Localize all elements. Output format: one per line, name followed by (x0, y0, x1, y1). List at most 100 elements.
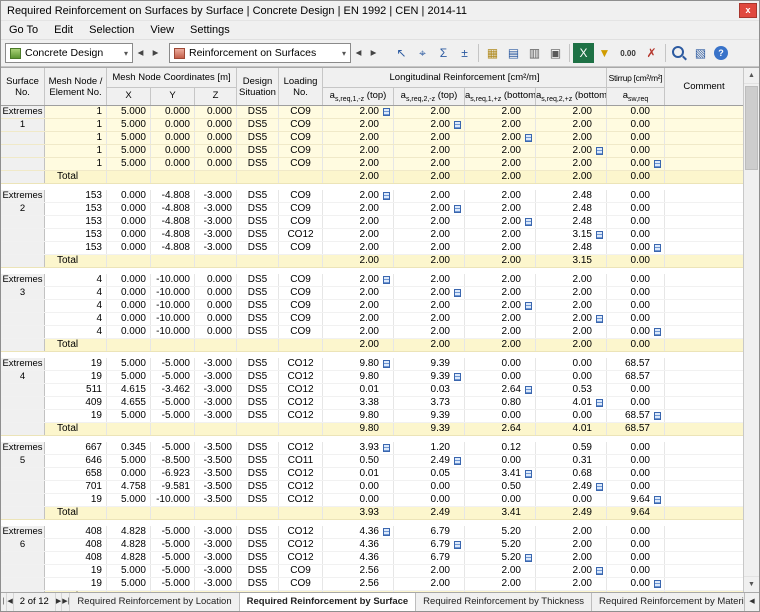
comment-cell[interactable] (665, 526, 743, 538)
result-details-icon[interactable] (525, 302, 532, 310)
coord-y-cell[interactable]: -4.808 (151, 203, 195, 215)
value-cell[interactable]: 0.00 (607, 313, 665, 325)
result-details-icon[interactable] (525, 218, 532, 226)
coord-y-cell[interactable]: 0.000 (151, 132, 195, 144)
loading-cell[interactable]: CO12 (279, 229, 323, 241)
coord-z-cell[interactable]: -3.000 (195, 371, 237, 383)
tab-required-reinforcement-by-location[interactable]: Required Reinforcement by Location (70, 593, 239, 611)
value-cell[interactable]: 2.00 (323, 203, 394, 215)
value-cell[interactable]: 2.56 (323, 578, 394, 590)
value-cell[interactable]: 2.00 (465, 229, 536, 241)
coord-x-cell[interactable]: 5.000 (107, 494, 151, 506)
result-details-icon[interactable] (654, 160, 661, 168)
coord-y-cell[interactable]: -10.000 (151, 326, 195, 338)
value-cell[interactable]: 2.00 (323, 274, 394, 286)
comment-cell[interactable] (665, 300, 743, 312)
design-situation-cell[interactable]: DS5 (237, 494, 279, 506)
value-cell[interactable]: 2.00 (323, 145, 394, 157)
loading-cell[interactable]: CO9 (279, 565, 323, 577)
value-cell[interactable]: 1.20 (394, 442, 465, 454)
result-details-icon[interactable] (596, 567, 603, 575)
coord-y-cell[interactable]: -10.000 (151, 287, 195, 299)
value-cell[interactable]: 2.00 (323, 242, 394, 254)
result-details-icon[interactable] (454, 121, 461, 129)
result-details-icon[interactable] (383, 444, 390, 452)
coord-x-cell[interactable]: 0.000 (107, 287, 151, 299)
comment-cell[interactable] (665, 442, 743, 454)
result-details-icon[interactable] (383, 360, 390, 368)
coord-z-cell[interactable]: -3.000 (195, 229, 237, 241)
value-cell[interactable]: 2.00 (465, 313, 536, 325)
surface-cell[interactable] (1, 132, 45, 144)
node-cell[interactable]: 658 (45, 468, 107, 480)
result-details-icon[interactable] (383, 528, 390, 536)
value-cell[interactable]: 2.00 (323, 326, 394, 338)
result-details-icon[interactable] (525, 554, 532, 562)
value-cell[interactable]: 0.00 (465, 358, 536, 370)
tab-required-reinforcement-by-thickness[interactable]: Required Reinforcement by Thickness (416, 593, 592, 611)
coord-y-cell[interactable]: -8.500 (151, 455, 195, 467)
value-cell[interactable]: 4.36 (323, 552, 394, 564)
surface-cell[interactable]: Extremes (1, 190, 45, 202)
design-situation-cell[interactable]: DS5 (237, 242, 279, 254)
coord-z-cell[interactable]: -3.000 (195, 526, 237, 538)
node-cell[interactable]: 408 (45, 552, 107, 564)
coord-z-cell[interactable]: -3.500 (195, 468, 237, 480)
value-cell[interactable]: 0.00 (607, 203, 665, 215)
surface-cell[interactable] (1, 158, 45, 170)
filter-icon[interactable]: ▼ (594, 43, 615, 63)
coord-x-cell[interactable]: 5.000 (107, 106, 151, 118)
menu-edit[interactable]: Edit (46, 21, 81, 40)
design-situation-cell[interactable]: DS5 (237, 287, 279, 299)
select-cursor-icon[interactable]: ↖ (391, 43, 412, 63)
coord-y-cell[interactable]: -5.000 (151, 358, 195, 370)
result-details-icon[interactable] (596, 147, 603, 155)
coord-z-cell[interactable]: -3.000 (195, 358, 237, 370)
value-cell[interactable]: 9.80 (323, 371, 394, 383)
loading-cell[interactable]: CO9 (279, 274, 323, 286)
coord-y-cell[interactable]: -5.000 (151, 397, 195, 409)
value-cell[interactable]: 0.00 (607, 216, 665, 228)
result-details-icon[interactable] (654, 496, 661, 504)
coord-x-cell[interactable]: 5.000 (107, 565, 151, 577)
surface-cell[interactable] (1, 242, 45, 254)
value-cell[interactable]: 0.00 (607, 468, 665, 480)
design-situation-cell[interactable]: DS5 (237, 539, 279, 551)
coord-z-cell[interactable]: 0.000 (195, 300, 237, 312)
value-cell[interactable]: 0.00 (536, 371, 607, 383)
result-details-icon[interactable] (383, 276, 390, 284)
value-cell[interactable]: 0.00 (607, 145, 665, 157)
coord-x-cell[interactable]: 5.000 (107, 455, 151, 467)
node-cell[interactable]: 19 (45, 358, 107, 370)
coord-z-cell[interactable]: -3.000 (195, 242, 237, 254)
comment-cell[interactable] (665, 552, 743, 564)
surface-cell[interactable] (1, 565, 45, 577)
value-cell[interactable]: 2.00 (394, 106, 465, 118)
coord-z-cell[interactable]: -3.000 (195, 565, 237, 577)
value-cell[interactable]: 2.00 (394, 242, 465, 254)
value-cell[interactable]: 0.00 (607, 326, 665, 338)
result-details-icon[interactable] (454, 205, 461, 213)
design-situation-cell[interactable]: DS5 (237, 565, 279, 577)
result-diagram-icon[interactable]: ▦ (482, 43, 503, 63)
value-cell[interactable]: 9.39 (394, 410, 465, 422)
result-table-selector[interactable]: Reinforcement on Surfaces ▾ (169, 43, 351, 63)
comment-cell[interactable] (665, 274, 743, 286)
comment-cell[interactable] (665, 455, 743, 467)
coord-y-cell[interactable]: -10.000 (151, 313, 195, 325)
value-cell[interactable]: 0.00 (607, 442, 665, 454)
comment-cell[interactable] (665, 410, 743, 422)
design-situation-cell[interactable]: DS5 (237, 229, 279, 241)
tab-required-reinforcement-by-material[interactable]: Required Reinforcement by Material (592, 593, 759, 611)
design-situation-cell[interactable]: DS5 (237, 216, 279, 228)
coord-x-cell[interactable]: 0.345 (107, 442, 151, 454)
value-cell[interactable]: 2.00 (323, 158, 394, 170)
design-situation-cell[interactable]: DS5 (237, 468, 279, 480)
excel-export-icon[interactable]: X (573, 43, 594, 63)
table-settings-icon[interactable]: ▧ (690, 43, 711, 63)
design-situation-cell[interactable]: DS5 (237, 190, 279, 202)
value-cell[interactable]: 2.00 (465, 106, 536, 118)
value-cell[interactable]: 2.00 (394, 216, 465, 228)
node-cell[interactable]: 667 (45, 442, 107, 454)
value-cell[interactable]: 2.00 (394, 190, 465, 202)
